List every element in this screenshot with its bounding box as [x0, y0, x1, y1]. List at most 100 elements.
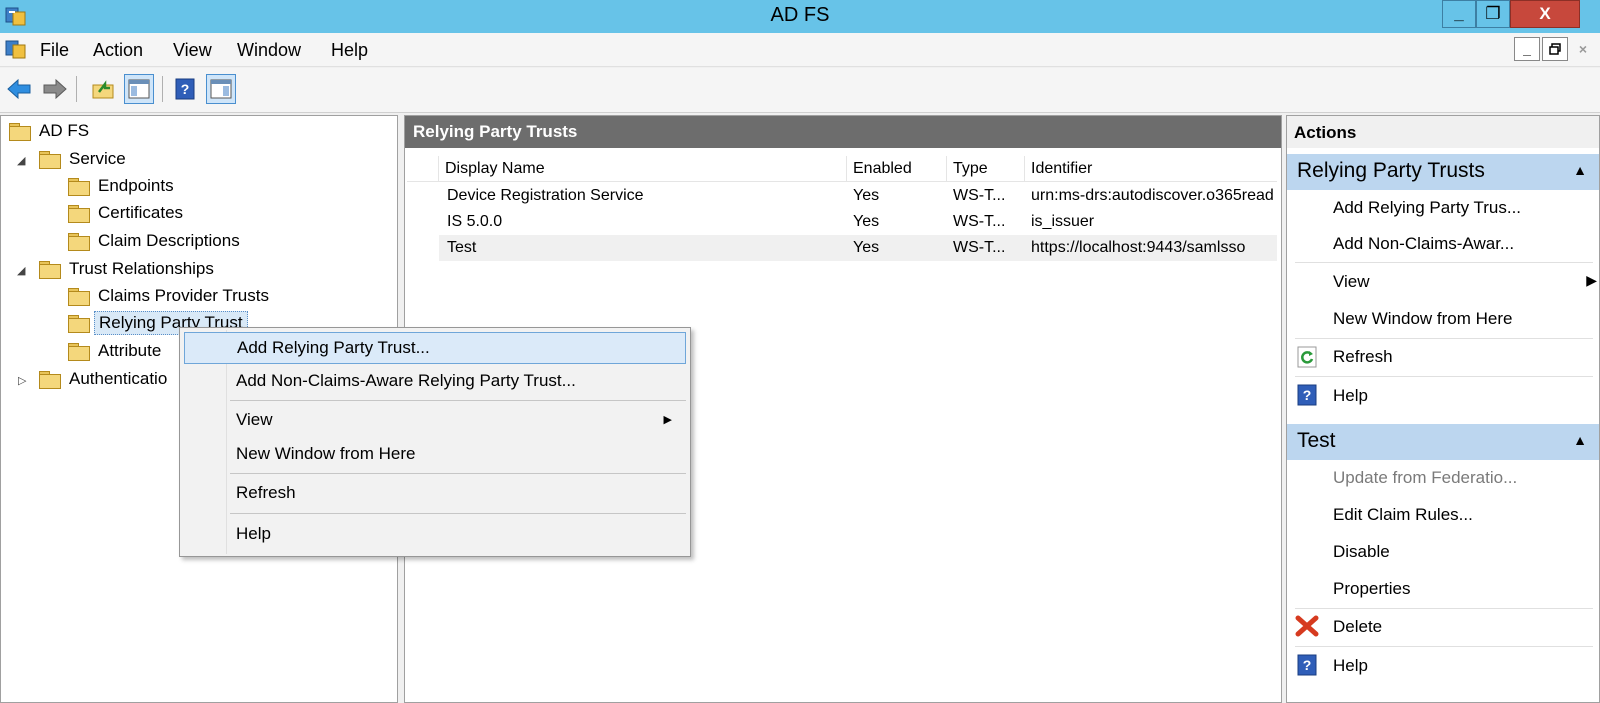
menu-window[interactable]: Window: [237, 40, 301, 61]
tree-node-label: Authenticatio: [69, 369, 168, 388]
menu-action[interactable]: Action: [93, 40, 143, 61]
menu-file[interactable]: File: [40, 40, 69, 61]
tree-node-attribute-stores[interactable]: Attribute: [68, 338, 165, 364]
table-row[interactable]: Device Registration Service Yes WS-T... …: [439, 183, 1277, 209]
forward-button[interactable]: [40, 74, 70, 104]
mdi-restore-button[interactable]: [1542, 37, 1568, 61]
section-title: Relying Party Trusts: [1297, 159, 1485, 182]
action-disable[interactable]: Disable: [1333, 542, 1390, 572]
column-header-display-name[interactable]: Display Name: [439, 156, 847, 182]
table-row[interactable]: Test Yes WS-T... https://localhost:9443/…: [439, 235, 1277, 261]
action-add-non-claims-aware[interactable]: Add Non-Claims-Awar...: [1333, 234, 1514, 264]
action-help[interactable]: Help: [1333, 386, 1368, 416]
table-row[interactable]: IS 5.0.0 Yes WS-T... is_issuer: [439, 209, 1277, 235]
cell-enabled: Yes: [853, 187, 880, 204]
ctx-help[interactable]: Help: [184, 519, 686, 551]
action-update-from-federation-metadata: Update from Federatio...: [1333, 468, 1518, 487]
cell-display-name: Test: [447, 239, 477, 256]
back-button[interactable]: [4, 74, 34, 104]
cell-enabled: Yes: [853, 213, 880, 230]
close-button[interactable]: X: [1510, 0, 1580, 28]
tree-node-label: Certificates: [98, 203, 184, 222]
menu-help[interactable]: Help: [331, 40, 368, 61]
tree-node-adfs[interactable]: AD FS: [9, 118, 93, 144]
tree-node-authentication-policies[interactable]: Authenticatio: [39, 366, 171, 392]
cell-enabled: Yes: [853, 239, 880, 256]
results-pane-header: Relying Party Trusts: [405, 116, 1281, 148]
action-properties[interactable]: Properties: [1333, 579, 1410, 609]
tree-node-trust-relationships[interactable]: Trust Relationships: [39, 256, 218, 282]
restore-icon: [1549, 43, 1561, 55]
ctx-view[interactable]: View ▶: [184, 405, 686, 437]
cell-identifier: urn:ms-drs:autodiscover.o365read: [1031, 187, 1274, 204]
ctx-add-non-claims-aware-relying-party-trust[interactable]: Add Non-Claims-Aware Relying Party Trust…: [184, 366, 686, 398]
action-new-window-from-here[interactable]: New Window from Here: [1333, 309, 1513, 339]
mdi-minimize-button[interactable]: _: [1514, 37, 1540, 61]
folder-icon: [68, 205, 90, 223]
tree-node-claim-descriptions[interactable]: Claim Descriptions: [68, 228, 244, 254]
delete-icon: [1295, 615, 1319, 637]
ctx-add-relying-party-trust[interactable]: Add Relying Party Trust...: [184, 332, 686, 364]
ctx-view-label: View: [236, 410, 273, 429]
collapse-section-icon[interactable]: ▲: [1573, 162, 1587, 178]
collapse-arrow-icon[interactable]: ◢: [17, 264, 25, 277]
column-header-enabled[interactable]: Enabled: [847, 156, 947, 182]
mdi-close-button[interactable]: ×: [1570, 37, 1596, 61]
action-delete[interactable]: Delete: [1333, 617, 1382, 647]
maximize-button[interactable]: ❐: [1476, 0, 1510, 28]
show-hide-tree-icon: [128, 79, 150, 99]
help-icon: ?: [175, 78, 195, 100]
column-header-identifier[interactable]: Identifier: [1025, 156, 1277, 182]
collapse-arrow-icon[interactable]: ◢: [17, 154, 25, 167]
action-view[interactable]: View ▶: [1333, 272, 1597, 302]
action-edit-claim-rules[interactable]: Edit Claim Rules...: [1333, 505, 1473, 535]
column-header-type[interactable]: Type: [947, 156, 1025, 182]
action-refresh[interactable]: Refresh: [1333, 347, 1393, 377]
action-help-test[interactable]: Help: [1333, 656, 1368, 686]
list-header-row: Display Name Enabled Type Identifier: [407, 156, 1277, 182]
help-icon: ?: [1297, 384, 1317, 406]
show-hide-action-pane-icon: [210, 79, 232, 99]
folder-icon: [68, 343, 90, 361]
divider: [1295, 646, 1593, 647]
help-button[interactable]: ?: [170, 74, 200, 104]
collapse-section-icon[interactable]: ▲: [1573, 432, 1587, 448]
actions-section-test[interactable]: Test ▲: [1287, 424, 1599, 460]
cell-identifier: is_issuer: [1031, 213, 1095, 230]
cell-type: WS-T...: [953, 239, 1006, 256]
tree-node-label: Endpoints: [98, 176, 174, 195]
expand-arrow-icon[interactable]: ▷: [18, 374, 26, 387]
tree-node-service[interactable]: Service: [39, 146, 130, 172]
tree-node-endpoints[interactable]: Endpoints: [68, 173, 178, 199]
actions-title: Actions: [1287, 116, 1599, 148]
up-one-level-button[interactable]: [88, 74, 118, 104]
menu-view[interactable]: View: [173, 40, 212, 61]
ctx-refresh[interactable]: Refresh: [184, 478, 686, 510]
menu-separator: [230, 513, 686, 514]
context-menu: Add Relying Party Trust... Add Non-Claim…: [179, 327, 691, 557]
menu-separator: [230, 473, 686, 474]
divider: [1295, 262, 1593, 263]
menu-separator: [230, 400, 686, 401]
refresh-icon: [1297, 346, 1317, 368]
actions-section-relying-party-trusts[interactable]: Relying Party Trusts ▲: [1287, 154, 1599, 190]
tree-node-certificates[interactable]: Certificates: [68, 200, 187, 226]
action-add-relying-party-trust[interactable]: Add Relying Party Trus...: [1333, 198, 1521, 228]
column-header-icon[interactable]: [407, 156, 439, 182]
mmc-system-menu-icon[interactable]: [4, 38, 28, 60]
tree-node-label: Service: [69, 149, 126, 168]
svg-text:?: ?: [181, 81, 190, 97]
cell-identifier: https://localhost:9443/samlsso: [1031, 239, 1246, 256]
folder-icon: [39, 371, 61, 389]
folder-icon: [68, 315, 90, 333]
divider: [1295, 376, 1593, 377]
folder-icon: [39, 261, 61, 279]
submenu-arrow-icon: ▶: [1586, 272, 1597, 288]
tree-node-claims-provider-trusts[interactable]: Claims Provider Trusts: [68, 283, 273, 309]
minimize-button[interactable]: _: [1442, 0, 1476, 28]
cell-type: WS-T...: [953, 187, 1006, 204]
menu-bar: File Action View Window Help _ ×: [0, 33, 1600, 67]
ctx-new-window-from-here[interactable]: New Window from Here: [184, 439, 686, 471]
show-hide-action-pane-button[interactable]: [206, 74, 236, 104]
show-hide-console-tree-button[interactable]: [124, 74, 154, 104]
